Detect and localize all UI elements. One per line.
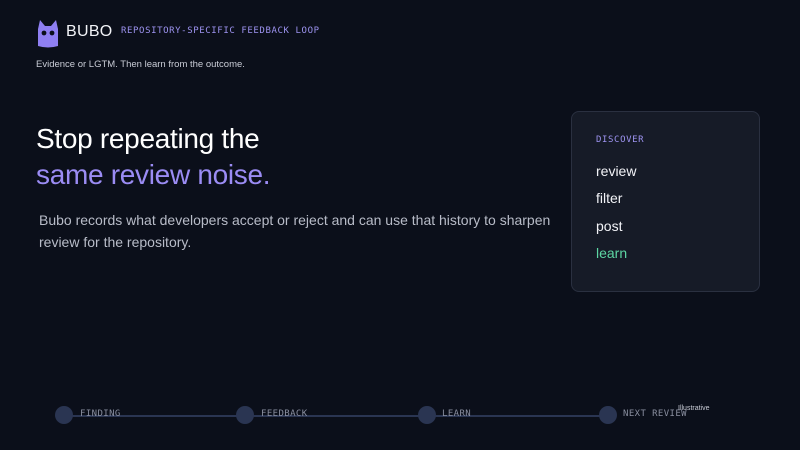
brand-name: BUBO: [66, 23, 113, 40]
timeline-node-next-review: [599, 406, 617, 424]
timeline-track: [64, 415, 609, 417]
timeline-node-finding: [55, 406, 73, 424]
timeline-label-finding: FINDING: [80, 409, 121, 419]
hero-description: Bubo records what developers accept or r…: [39, 212, 551, 250]
timeline-node-feedback: [236, 406, 254, 424]
card-item-filter[interactable]: filter: [596, 190, 622, 206]
hero-title-line2: same review noise.: [36, 159, 271, 190]
hero-title-line1: Stop repeating the: [36, 123, 260, 154]
card-item-post[interactable]: post: [596, 218, 622, 234]
timeline-label-learn: LEARN: [442, 409, 472, 419]
timeline-label-feedback: FEEDBACK: [261, 409, 308, 419]
card-title: DISCOVER: [596, 135, 645, 145]
hero-title: Stop repeating the same review noise.: [36, 121, 271, 193]
card-item-review[interactable]: review: [596, 163, 636, 179]
tagline: REPOSITORY-SPECIFIC FEEDBACK LOOP: [121, 26, 320, 36]
timeline-node-learn: [418, 406, 436, 424]
subtagline: Evidence or LGTM. Then learn from the ou…: [36, 59, 245, 70]
feedback-timeline: FINDING FEEDBACK LEARN NEXT REVIEW Illus…: [0, 398, 800, 438]
discover-card: DISCOVER review filter post learn: [571, 111, 760, 292]
owl-icon: [38, 20, 58, 48]
card-item-learn[interactable]: learn: [596, 245, 627, 261]
illustrative-note: Illustrative: [678, 405, 710, 412]
